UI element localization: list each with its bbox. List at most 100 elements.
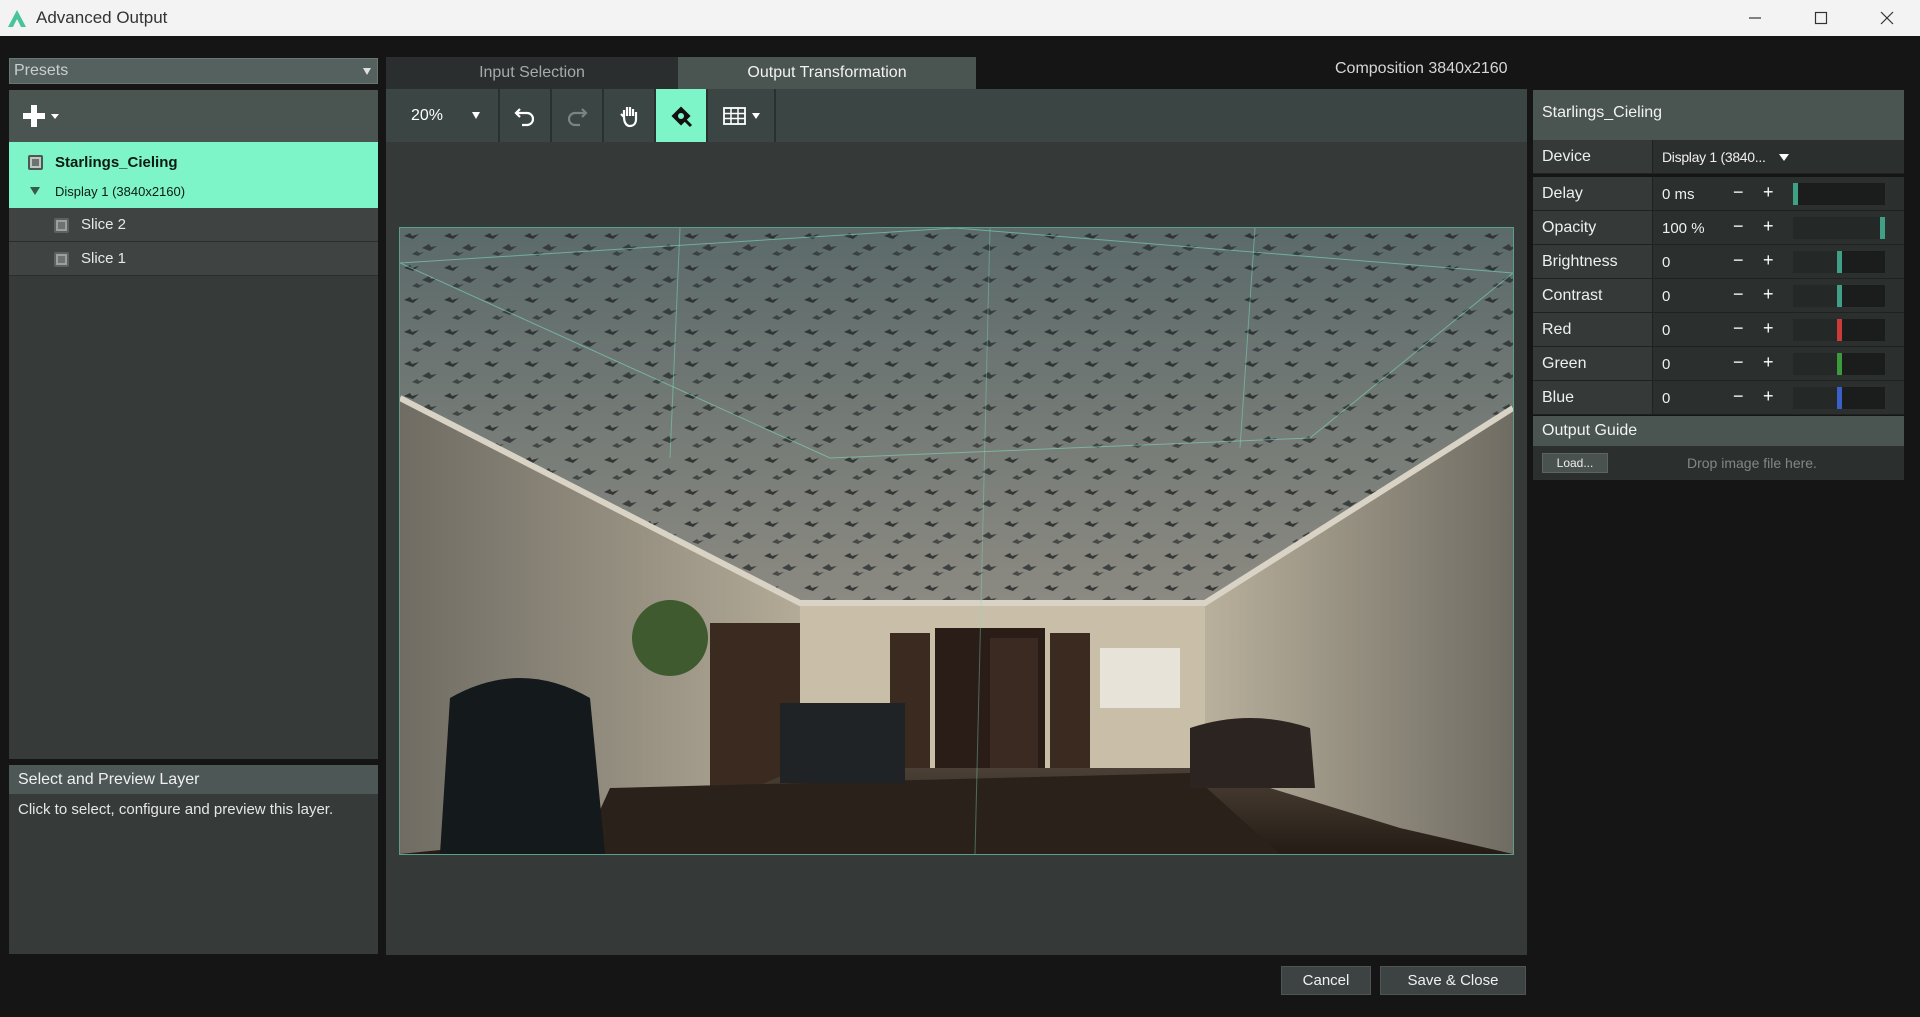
increment-button[interactable]: + [1763, 318, 1774, 339]
slider-fill [1793, 217, 1880, 239]
increment-button[interactable]: + [1763, 284, 1774, 305]
properties-title: Starlings_Cieling [1533, 90, 1904, 140]
info-panel: Select and Preview Layer Click to select… [9, 765, 378, 954]
slider-fill [1793, 251, 1837, 273]
expand-triangle-icon[interactable] [30, 187, 40, 195]
property-slider[interactable] [1793, 353, 1885, 375]
increment-button[interactable]: + [1763, 182, 1774, 203]
load-button[interactable]: Load... [1542, 453, 1608, 473]
slider-thumb[interactable] [1837, 251, 1842, 273]
add-layer-button[interactable] [23, 100, 67, 132]
property-slider[interactable] [1793, 387, 1885, 409]
increment-button[interactable]: + [1763, 216, 1774, 237]
property-slider[interactable] [1793, 285, 1885, 307]
property-control: 0 − + [1653, 245, 1904, 278]
slider-thumb[interactable] [1837, 319, 1842, 341]
tab-bar: Input Selection Output Transformation [386, 57, 976, 89]
slider-fill [1793, 285, 1837, 307]
minimize-button[interactable] [1722, 0, 1788, 36]
decrement-button[interactable]: − [1733, 250, 1744, 271]
decrement-button[interactable]: − [1733, 318, 1744, 339]
undo-icon [514, 107, 535, 126]
layers-toolbar [9, 90, 378, 142]
property-control: 0 − + [1653, 313, 1904, 346]
snap-toggle-button[interactable] [656, 89, 708, 142]
property-value-field[interactable]: 0 [1662, 356, 1670, 373]
increment-button[interactable]: + [1763, 250, 1774, 271]
chevron-down-icon [51, 113, 59, 119]
minimize-icon [1749, 17, 1761, 19]
property-value-field[interactable]: 0 [1662, 254, 1670, 271]
preview-canvas[interactable] [386, 142, 1527, 955]
property-value-field[interactable]: 0 [1662, 288, 1670, 305]
chevron-down-icon [1779, 154, 1789, 161]
tab-output-transformation[interactable]: Output Transformation [678, 57, 976, 89]
slider-thumb[interactable] [1793, 183, 1798, 205]
zoom-dropdown[interactable]: 20% [386, 89, 500, 142]
grid-dropdown-button[interactable] [708, 89, 776, 142]
layer-group-item[interactable]: Starlings_Cieling Display 1 (3840x2160) [9, 142, 378, 208]
property-slider[interactable] [1793, 251, 1885, 273]
decrement-button[interactable]: − [1733, 216, 1744, 237]
slice-checkbox[interactable] [54, 218, 69, 233]
slice-checkbox[interactable] [54, 252, 69, 267]
property-value-field[interactable]: 0 ms [1662, 186, 1695, 203]
title-bar: Advanced Output [0, 0, 1920, 36]
increment-button[interactable]: + [1763, 386, 1774, 407]
device-dropdown[interactable]: Display 1 (3840... [1653, 140, 1904, 173]
composition-size-label: Composition 3840x2160 [1335, 60, 1508, 77]
slice-label: Slice 2 [81, 216, 127, 233]
property-slider[interactable] [1793, 217, 1885, 239]
redo-icon [567, 107, 588, 126]
redo-button[interactable] [552, 89, 604, 142]
maximize-icon [1814, 11, 1828, 25]
property-row-device: Device Display 1 (3840... [1533, 140, 1904, 174]
cancel-button[interactable]: Cancel [1281, 966, 1371, 995]
zoom-value: 20% [410, 106, 444, 124]
maximize-button[interactable] [1788, 0, 1854, 36]
slider-thumb[interactable] [1837, 387, 1842, 409]
property-row-blue: Blue 0 − + [1533, 381, 1904, 415]
property-label: Red [1533, 313, 1653, 346]
grid-icon [723, 106, 746, 125]
save-close-button[interactable]: Save & Close [1380, 966, 1526, 995]
tab-input-selection[interactable]: Input Selection [386, 57, 678, 89]
info-title: Select and Preview Layer [9, 765, 378, 794]
undo-button[interactable] [500, 89, 552, 142]
property-label: Device [1533, 140, 1653, 173]
decrement-button[interactable]: − [1733, 352, 1744, 373]
property-row-brightness: Brightness 0 − + [1533, 245, 1904, 279]
decrement-button[interactable]: − [1733, 386, 1744, 407]
property-control: 0 ms − + [1653, 177, 1904, 210]
slider-thumb[interactable] [1837, 353, 1842, 375]
slider-thumb[interactable] [1837, 285, 1842, 307]
drop-hint[interactable]: Drop image file here. [1687, 455, 1817, 471]
properties-panel: Starlings_Cieling Device Display 1 (3840… [1533, 90, 1904, 480]
device-value: Display 1 (3840... [1662, 149, 1766, 165]
slider-fill [1793, 353, 1837, 375]
decrement-button[interactable]: − [1733, 284, 1744, 305]
decrement-button[interactable]: − [1733, 182, 1744, 203]
property-value-field[interactable]: 100 % [1662, 220, 1705, 237]
property-label: Green [1533, 347, 1653, 380]
property-label: Contrast [1533, 279, 1653, 312]
slider-fill [1793, 387, 1837, 409]
property-slider[interactable] [1793, 183, 1885, 205]
increment-button[interactable]: + [1763, 352, 1774, 373]
property-slider[interactable] [1793, 319, 1885, 341]
property-control: 0 − + [1653, 381, 1904, 414]
property-value-field[interactable]: 0 [1662, 322, 1670, 339]
pan-button[interactable] [604, 89, 656, 142]
slice-item[interactable]: Slice 2 [9, 208, 378, 242]
presets-dropdown[interactable]: Presets [9, 58, 378, 84]
property-label: Blue [1533, 381, 1653, 414]
close-button[interactable] [1854, 0, 1920, 36]
slider-thumb[interactable] [1880, 217, 1885, 239]
presets-value: Presets [14, 62, 69, 79]
slice-item[interactable]: Slice 1 [9, 242, 378, 276]
slider-fill [1793, 319, 1837, 341]
property-control: 0 − + [1653, 279, 1904, 312]
chevron-down-icon [472, 112, 480, 119]
property-value-field[interactable]: 0 [1662, 390, 1670, 407]
layer-checkbox[interactable] [28, 155, 43, 170]
